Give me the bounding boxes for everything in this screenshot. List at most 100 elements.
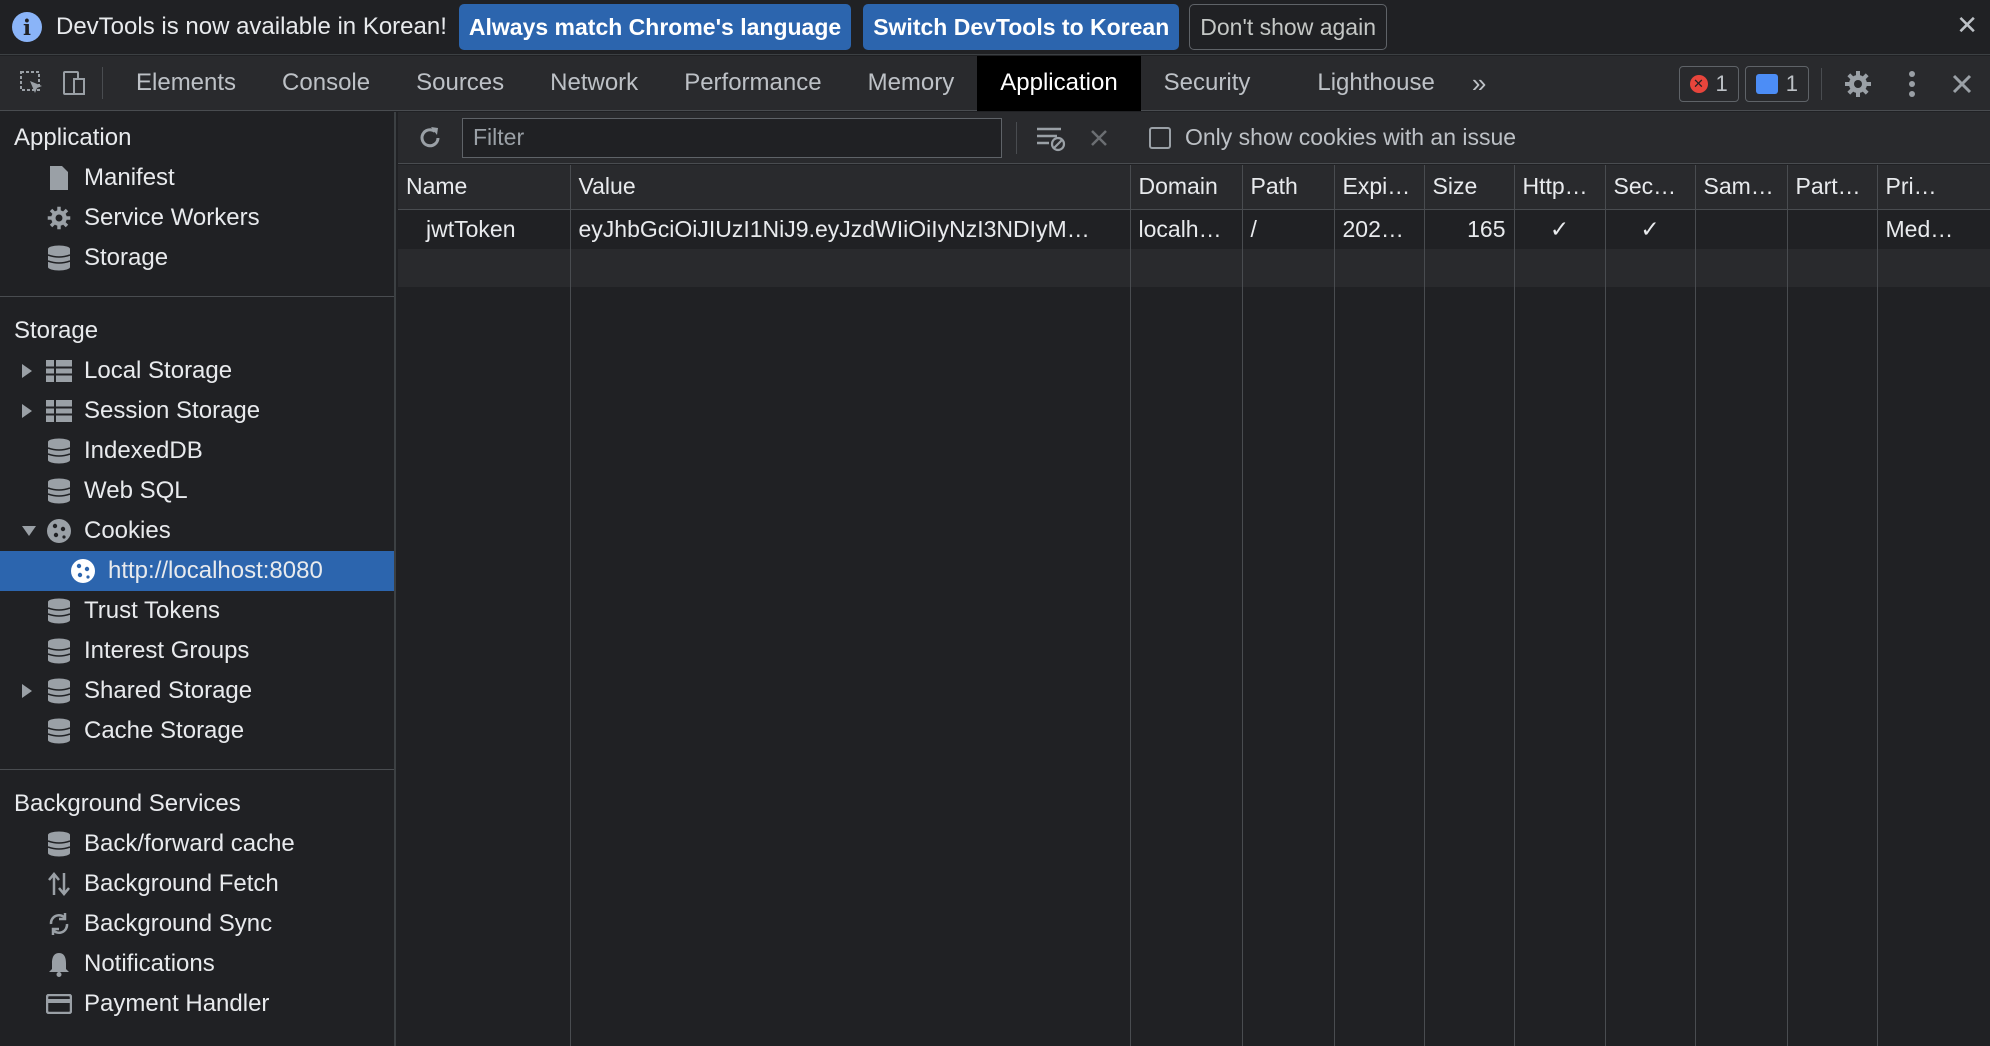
expand-arrow-icon[interactable] [22, 364, 32, 378]
sidebar-item-background-sync[interactable]: Background Sync [0, 904, 394, 944]
column-header-name[interactable]: Name [398, 165, 571, 210]
errors-count: 1 [1715, 70, 1728, 96]
dont-show-again-button[interactable]: Don't show again [1189, 4, 1387, 50]
clear-filtered-cookies-icon[interactable] [1033, 120, 1069, 156]
more-tabs-icon[interactable]: » [1472, 68, 1486, 99]
delete-selected-icon[interactable] [1081, 120, 1117, 156]
collapse-arrow-icon[interactable] [22, 526, 36, 536]
tab-network[interactable]: Network [527, 56, 661, 111]
column-header-priority[interactable]: Pri… [1877, 165, 1990, 210]
database-icon [46, 438, 72, 464]
tab-console[interactable]: Console [259, 56, 393, 111]
tab-performance[interactable]: Performance [661, 56, 844, 111]
messages-count: 1 [1785, 70, 1798, 96]
sidebar-item-shared-storage[interactable]: Shared Storage [0, 671, 394, 711]
tab-application[interactable]: Application [977, 55, 1141, 111]
cell-secure[interactable]: ✓ [1605, 209, 1696, 249]
infobar-close-icon[interactable]: ✕ [1956, 10, 1978, 41]
sidebar-item-label: Cookies [84, 517, 171, 544]
document-icon [46, 165, 72, 191]
infobar-message: DevTools is now available in Korean! [56, 13, 447, 40]
column-header-partition-key[interactable]: Part… [1787, 165, 1878, 210]
toolbar-divider-right [1821, 67, 1822, 100]
switch-to-korean-button[interactable]: Switch DevTools to Korean [863, 4, 1180, 50]
toolbar-divider [102, 67, 103, 99]
errors-badge[interactable]: ✕ 1 [1678, 65, 1739, 102]
sidebar-item-storage-overview[interactable]: Storage [0, 238, 394, 278]
sidebar-item-label: IndexedDB [84, 437, 203, 464]
device-toolbar-icon[interactable] [56, 65, 92, 101]
cell-partition-key[interactable] [1787, 209, 1878, 249]
column-header-domain[interactable]: Domain [1130, 165, 1243, 210]
inspect-element-icon[interactable] [14, 65, 50, 101]
cookies-filter-input[interactable] [462, 117, 1002, 158]
database-icon [46, 831, 72, 857]
cell-domain[interactable]: localh… [1130, 209, 1243, 249]
settings-gear-icon[interactable] [1840, 66, 1876, 102]
cell-name[interactable]: jwtToken [398, 209, 571, 249]
sidebar-item-label: Payment Handler [84, 990, 270, 1017]
cookies-toolbar: Only show cookies with an issue [398, 112, 1990, 164]
cookie-icon [70, 558, 96, 584]
database-icon [46, 478, 72, 504]
tab-sources[interactable]: Sources [393, 56, 527, 111]
sidebar-item-cookie-origin[interactable]: http://localhost:8080 [0, 551, 394, 591]
close-devtools-icon[interactable] [1944, 66, 1980, 102]
sidebar-item-session-storage[interactable]: Session Storage [0, 391, 394, 431]
column-header-secure[interactable]: Sec… [1605, 165, 1696, 210]
tab-memory[interactable]: Memory [845, 56, 978, 111]
column-header-size[interactable]: Size [1424, 165, 1515, 210]
section-title-application: Application [14, 124, 132, 151]
table-row[interactable]: jwtToken eyJhbGciOiJIUzI1NiJ9.eyJzdWIiOi… [398, 209, 1990, 249]
sidebar-item-manifest[interactable]: Manifest [0, 158, 394, 198]
refresh-icon[interactable] [412, 120, 448, 156]
cell-samesite[interactable] [1695, 209, 1788, 249]
column-header-value[interactable]: Value [570, 165, 1131, 210]
section-title-storage: Storage [14, 317, 99, 344]
section-divider [0, 769, 394, 770]
tab-lighthouse[interactable]: Lighthouse [1294, 56, 1457, 111]
column-header-path[interactable]: Path [1242, 165, 1335, 210]
sidebar-item-local-storage[interactable]: Local Storage [0, 351, 394, 391]
cell-priority[interactable]: Med… [1877, 209, 1990, 249]
expand-arrow-icon[interactable] [22, 684, 32, 698]
sidebar-item-trust-tokens[interactable]: Trust Tokens [0, 591, 394, 631]
sidebar-item-label: Web SQL [84, 477, 188, 504]
section-title-background-services: Background Services [14, 790, 241, 817]
sidebar-item-web-sql[interactable]: Web SQL [0, 471, 394, 511]
sidebar-item-cache-storage[interactable]: Cache Storage [0, 711, 394, 751]
sidebar-item-background-fetch[interactable]: Background Fetch [0, 864, 394, 904]
sidebar-item-indexeddb[interactable]: IndexedDB [0, 431, 394, 471]
tab-elements[interactable]: Elements [113, 56, 259, 111]
database-icon [46, 638, 72, 664]
language-infobar: i DevTools is now available in Korean! A… [0, 0, 1990, 55]
sidebar-item-payment-handler[interactable]: Payment Handler [0, 984, 394, 1024]
table-row-empty[interactable] [398, 249, 1990, 287]
cell-expires[interactable]: 202… [1334, 209, 1425, 249]
database-icon [46, 718, 72, 744]
up-down-arrows-icon [46, 871, 72, 897]
sidebar-item-interest-groups[interactable]: Interest Groups [0, 631, 394, 671]
cell-size[interactable]: 165 [1424, 209, 1515, 249]
cell-value[interactable]: eyJhbGciOiJIUzI1NiJ9.eyJzdWIiOiIyNzI3NDI… [570, 209, 1131, 249]
main-tabbar: Elements Console Sources Network Perform… [0, 55, 1990, 111]
sidebar-item-service-workers[interactable]: Service Workers [0, 198, 394, 238]
bell-icon [46, 951, 72, 977]
column-header-samesite[interactable]: Sam… [1695, 165, 1788, 210]
tab-security[interactable]: Security [1141, 56, 1295, 111]
messages-badge[interactable]: 1 [1744, 65, 1809, 102]
column-header-httponly[interactable]: Http… [1514, 165, 1606, 210]
more-options-icon[interactable] [1894, 66, 1930, 102]
expand-arrow-icon[interactable] [22, 404, 32, 418]
only-issues-checkbox[interactable] [1149, 126, 1171, 149]
sidebar-item-notifications[interactable]: Notifications [0, 944, 394, 984]
cell-path[interactable]: / [1242, 209, 1335, 249]
sidebar-item-label: Service Workers [84, 204, 260, 231]
cookies-table-container: Name Value Domain Path Expi… Size Http… … [398, 165, 1990, 1046]
column-header-expires[interactable]: Expi… [1334, 165, 1425, 210]
always-match-language-button[interactable]: Always match Chrome's language [458, 4, 852, 50]
sidebar-item-cookies[interactable]: Cookies [0, 511, 394, 551]
cell-httponly[interactable]: ✓ [1514, 209, 1606, 249]
toolbar-right-group: ✕ 1 1 [1678, 56, 1990, 111]
sidebar-item-back-forward-cache[interactable]: Back/forward cache [0, 824, 394, 864]
